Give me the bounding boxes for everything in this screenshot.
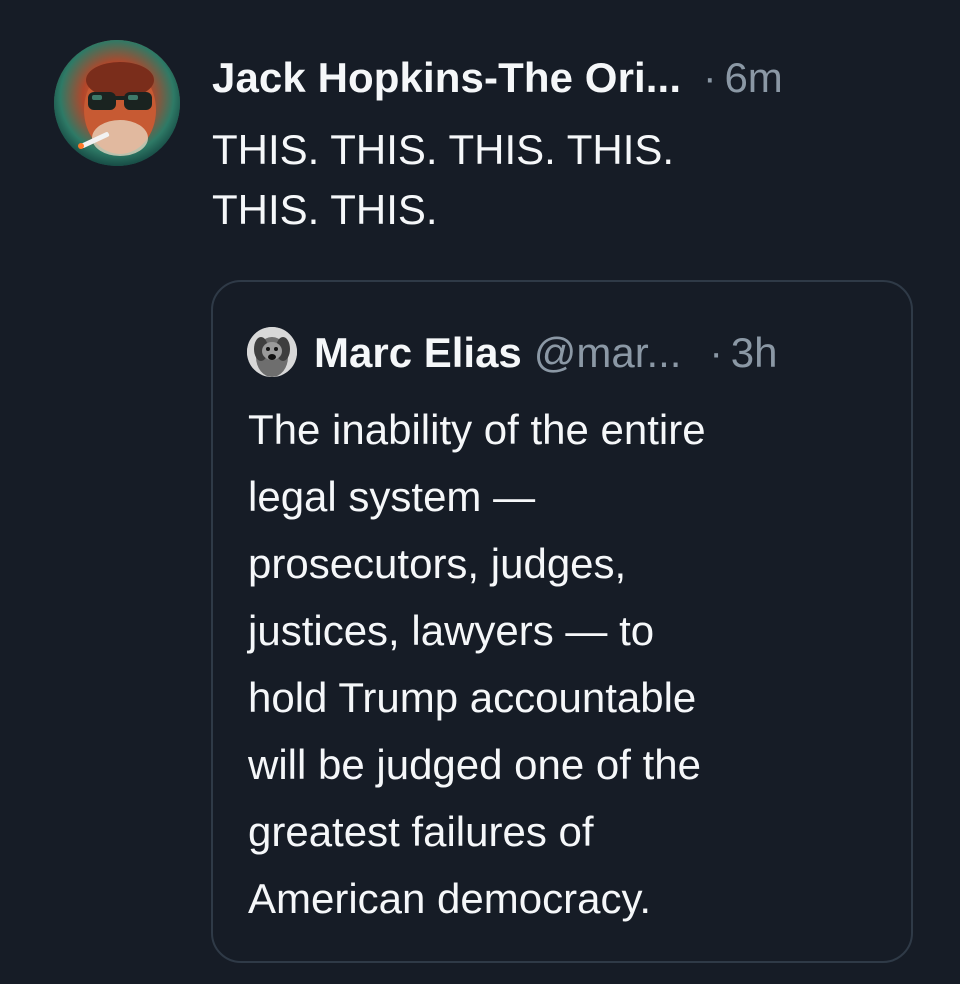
tweet-timestamp[interactable]: 6m xyxy=(724,54,782,102)
tweet-container: Jack Hopkins-The Ori... · 6m THIS. THIS.… xyxy=(0,0,960,984)
tweet-text-line: THIS. THIS. THIS. THIS. xyxy=(212,126,675,173)
header-separator: · xyxy=(703,55,717,100)
author-name[interactable]: Jack Hopkins-The Ori... xyxy=(212,54,681,102)
quoted-text-line: hold Trump accountable xyxy=(248,674,697,721)
tweet-text-line: THIS. THIS. xyxy=(212,186,438,233)
tweet-header: Jack Hopkins-The Ori... · 6m xyxy=(212,54,783,102)
quoted-author-handle[interactable]: @mar... xyxy=(534,329,682,377)
quoted-tweet-timestamp[interactable]: 3h xyxy=(731,329,778,377)
quoted-text-line: The inability of the entire xyxy=(248,406,706,453)
quoted-tweet-text: The inability of the entire legal system… xyxy=(248,396,888,932)
quoted-tweet-header: Marc Elias @mar... · 3h xyxy=(314,326,778,380)
quoted-text-line: will be judged one of the xyxy=(248,741,701,788)
quoted-text-line: justices, lawyers — to xyxy=(248,607,655,654)
profile-photo-icon xyxy=(54,40,180,166)
quoted-text-line: legal system — xyxy=(248,473,536,520)
quoted-author-name[interactable]: Marc Elias xyxy=(314,329,522,377)
author-avatar[interactable] xyxy=(54,40,180,166)
tweet-text: THIS. THIS. THIS. THIS. THIS. THIS. xyxy=(212,120,852,240)
quoted-text-line: greatest failures of xyxy=(248,808,594,855)
quoted-text-line: American democracy. xyxy=(248,875,652,922)
quoted-text-line: prosecutors, judges, xyxy=(248,540,627,587)
quoted-header-separator: · xyxy=(709,330,723,375)
quoted-author-avatar[interactable] xyxy=(247,327,297,377)
dog-photo-icon xyxy=(247,327,297,377)
